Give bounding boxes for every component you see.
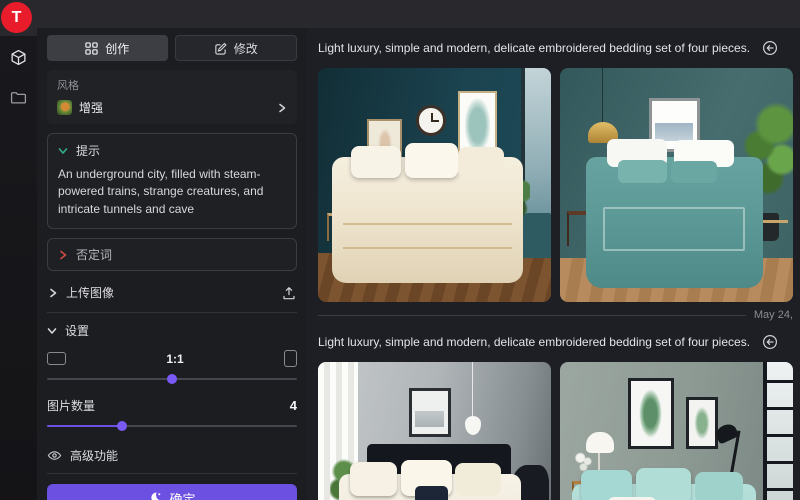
eye-icon [47, 448, 62, 463]
app-window: T 创作 [0, 0, 800, 500]
style-section: 风格 增强 [47, 70, 297, 124]
upload-icon[interactable] [282, 286, 296, 300]
prompt-text[interactable]: An underground city, filled with steam-p… [58, 166, 286, 218]
cube-icon[interactable] [10, 49, 27, 66]
date-divider: May 24, [318, 308, 793, 322]
tab-modify[interactable]: 修改 [175, 35, 298, 61]
style-value: 增强 [79, 99, 277, 116]
scene-pendant-lamp [465, 416, 481, 435]
nav-rail: T [0, 0, 37, 500]
scene-wall-art [628, 378, 675, 448]
image-grid-row-1 [318, 68, 793, 302]
aspect-ratio-value: 1:1 [66, 352, 284, 366]
scene-bed [572, 484, 756, 500]
scene-wall-art [409, 388, 451, 437]
aspect-ratio-slider[interactable] [47, 374, 297, 384]
image-count-value: 4 [290, 398, 297, 413]
tab-create-label: 创作 [105, 40, 129, 57]
chevron-down-icon[interactable] [58, 146, 68, 156]
generated-image-1[interactable] [318, 68, 551, 302]
control-panel: 创作 修改 风格 增强 [37, 28, 307, 500]
image-count-slider[interactable] [47, 421, 297, 431]
confirm-button[interactable]: 确定 [47, 484, 297, 500]
image-grid-row-2 [318, 362, 793, 500]
gallery: Light luxury, simple and modern, delicat… [307, 28, 800, 500]
generation-prompt-text: Light luxury, simple and modern, delicat… [318, 41, 750, 55]
scene-pendant-cable [602, 68, 603, 124]
upload-image-section[interactable]: 上传图像 [47, 282, 297, 303]
scene-pendant-cable [472, 362, 473, 418]
scene-wall-art [458, 91, 498, 154]
negative-words-section[interactable]: 否定词 [47, 238, 297, 271]
generated-image-2[interactable] [560, 68, 793, 302]
portrait-frame-icon[interactable] [284, 350, 297, 367]
divider [47, 473, 297, 474]
avatar[interactable]: T [1, 2, 32, 33]
negative-words-label: 否定词 [76, 246, 112, 263]
generation-prompt-text: Light luxury, simple and modern, delicat… [318, 335, 750, 349]
advanced-features-toggle[interactable]: 高级功能 [47, 447, 297, 464]
scene-bed [332, 157, 523, 283]
settings-header: 设置 [65, 322, 89, 339]
aspect-ratio-slider-handle[interactable] [167, 374, 177, 384]
upload-image-label: 上传图像 [66, 284, 274, 301]
generation-group-1-header: Light luxury, simple and modern, delicat… [318, 38, 793, 58]
settings-section-toggle[interactable]: 设置 [47, 322, 297, 339]
circle-left-arrow-icon[interactable] [762, 334, 778, 350]
divider [47, 312, 297, 313]
advanced-features-label: 高级功能 [70, 447, 118, 464]
chevron-down-icon [47, 326, 57, 336]
image-count-slider-handle[interactable] [117, 421, 127, 431]
scene-window [763, 362, 793, 500]
tab-modify-label: 修改 [234, 40, 258, 57]
tab-create[interactable]: 创作 [47, 35, 168, 61]
style-label: 风格 [57, 77, 287, 93]
scene-bed [586, 157, 763, 288]
folder-icon[interactable] [10, 89, 27, 106]
image-count-label: 图片数量 [47, 397, 290, 414]
aspect-ratio-row: 1:1 [47, 350, 297, 367]
generation-group-2-header: Light luxury, simple and modern, delicat… [318, 332, 793, 352]
scene-armchair [521, 213, 551, 257]
top-strip [0, 0, 800, 28]
prompt-editor[interactable]: 提示 An underground city, filled with stea… [47, 133, 297, 229]
scene-wall-art [686, 397, 719, 448]
divider-line [318, 315, 746, 316]
confirm-button-label: 确定 [169, 489, 195, 500]
generated-image-3[interactable] [318, 362, 551, 500]
chevron-right-icon [58, 250, 68, 260]
image-count-row: 图片数量 4 [47, 397, 297, 414]
style-selector[interactable]: 增强 [57, 99, 287, 116]
chevron-right-icon [48, 288, 58, 298]
pencil-icon [214, 42, 227, 55]
scene-bed [339, 474, 521, 500]
grid-icon [85, 42, 98, 55]
date-label: May 24, [754, 309, 793, 321]
scene-table-lamp [586, 432, 614, 453]
crescent-magic-icon [148, 491, 162, 500]
landscape-frame-icon[interactable] [47, 352, 66, 365]
circle-left-arrow-icon[interactable] [762, 40, 778, 56]
mode-tabs: 创作 修改 [47, 35, 297, 61]
chevron-right-icon [277, 103, 287, 113]
scene-clock [416, 105, 446, 135]
prompt-header: 提示 [76, 142, 100, 159]
style-thumbnail-icon [57, 100, 72, 115]
generated-image-4[interactable] [560, 362, 793, 500]
